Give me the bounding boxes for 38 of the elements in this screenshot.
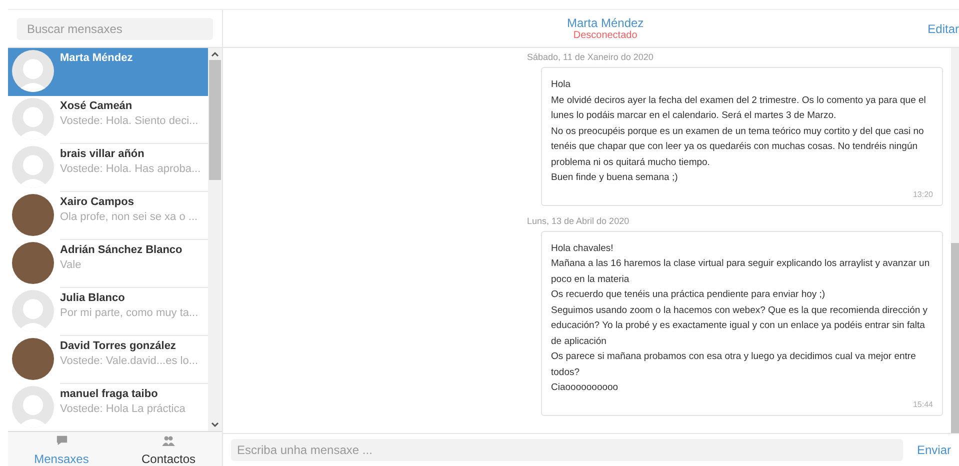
search-field[interactable]: Buscar mensaxes — [17, 18, 213, 40]
contact-name: Marta Méndez — [60, 52, 134, 64]
contact-name: manuel fraga taibo — [60, 388, 159, 400]
message-preview: Por mi parte, como muy ta... — [60, 307, 200, 319]
contact-title: Marta Méndez — [566, 16, 644, 30]
date-label: Sábado, 11 de Xaneiro do 2020 — [527, 52, 654, 62]
message-input[interactable]: Escriba unha mensaxe ... — [231, 439, 903, 461]
message-text: Mañana a las 16 haremos la clase virtual para seguir explicando los arraylist y avanzar un poco en la materia — [551, 257, 931, 286]
scrollbar[interactable] — [951, 48, 959, 433]
message-text: Seguimos usando zoom o la hacemos con webex? Que es la que recomienda dirección y educación? Yo la probé y es exactamente igual y con un enlace ya podéis entrar sin falta de aplicación — [551, 304, 929, 348]
message-preview: Vostede: Vale.david...es lo... — [60, 355, 199, 367]
chat-bubble-icon — [54, 435, 68, 446]
contact-name: Xosé Cameán — [60, 100, 134, 112]
contact-name: Xairo Campos — [60, 196, 135, 208]
status-text: Desconectado — [573, 30, 638, 41]
people-icon — [161, 435, 176, 446]
message-text: Hola — [551, 78, 572, 92]
message-text: Os parece si mañana probamos con esa otra y luego ya decidimos cual va mejor entre todos? — [551, 350, 917, 380]
message-text: Os recuerdo que tenéis una práctica pendiente para enviar hoy ;) — [551, 288, 826, 302]
message-preview: Vostede: Hola La práctica — [60, 403, 186, 415]
contact-name: David Torres gonzález — [60, 340, 177, 352]
message-text: No os preocupéis porque es un examen de un tema teórico muy cortito y del que casi no tenéis que chapar que con leer ya os quedaréis con muchas cosas. No tendréis ningún problema ni os quitará mucho tiempo. — [551, 124, 925, 170]
message-text: Ciaoooooooooo — [551, 381, 620, 395]
contact-name: brais villar añón — [60, 148, 146, 160]
message-time: 13:20 — [912, 190, 933, 198]
message-preview: Vostede: Hola. Siento deci... — [60, 115, 200, 127]
message-text: Hola chavales! — [551, 242, 614, 256]
scrollbar[interactable] — [208, 48, 222, 431]
message-time: 15:44 — [912, 400, 933, 408]
message-preview: Ola profe, non sei se xa o ... — [60, 211, 199, 223]
tab[interactable]: Contactos — [115, 432, 222, 466]
message-preview: Vostede: Hola. Has aproba... — [60, 163, 202, 175]
contact-name: Julia Blanco — [60, 292, 126, 304]
message-text: Buen finde y buena semana ;) — [551, 171, 679, 185]
message-preview: Vale — [60, 259, 82, 271]
message-text: Me olvidé deciros ayer la fecha del examen del 2 trimestre. Os lo comento ya para que el lunes lo podáis marcar en el calendario. Será el martes 3 de Marzo. — [551, 94, 927, 123]
date-label: Luns, 13 de Abril do 2020 — [527, 216, 630, 226]
contact-name: Adrián Sánchez Blanco — [60, 244, 184, 256]
